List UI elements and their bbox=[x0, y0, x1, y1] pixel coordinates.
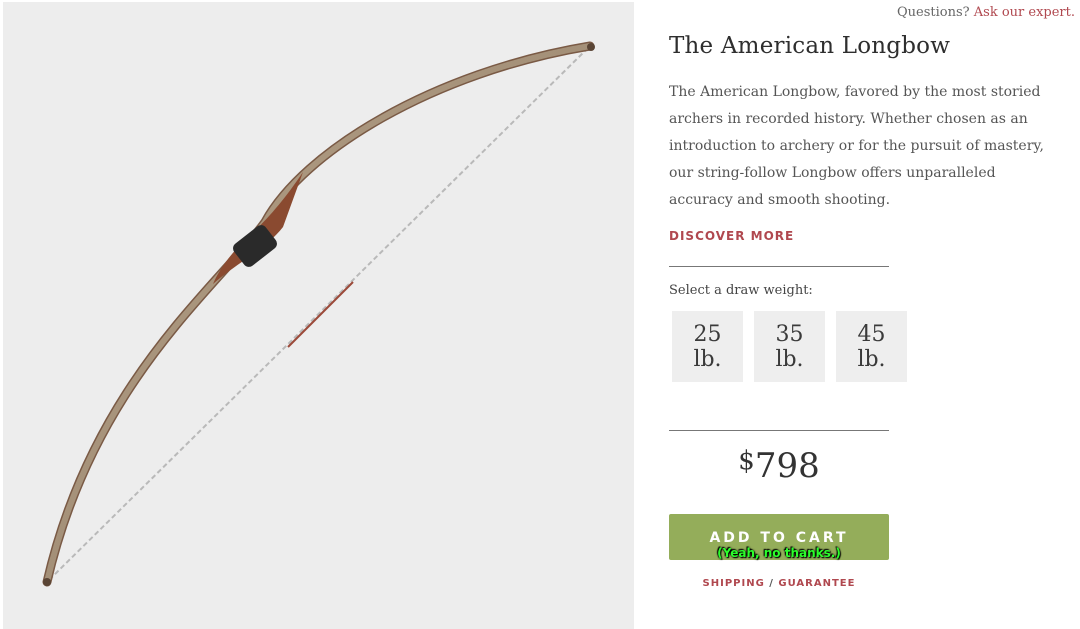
draw-weight-option-35[interactable]: 35 lb. bbox=[754, 311, 825, 382]
product-description: The American Longbow, favored by the mos… bbox=[669, 84, 1044, 208]
add-to-cart-label: ADD TO CART bbox=[709, 530, 849, 546]
price-currency: $ bbox=[738, 446, 755, 476]
draw-weight-option-45[interactable]: 45 lb. bbox=[836, 311, 907, 382]
decline-overlay-text: (Yeah, no thanks.) bbox=[717, 546, 841, 560]
ask-expert-link[interactable]: Ask our expert. bbox=[974, 5, 1075, 20]
questions-text: Questions? bbox=[897, 5, 970, 20]
price-amount: 798 bbox=[754, 446, 820, 486]
link-separator: / bbox=[769, 578, 774, 589]
longbow-icon bbox=[42, 41, 595, 587]
draw-weight-options: 25 lb. 35 lb. 45 lb. bbox=[672, 311, 907, 382]
product-price: $798 bbox=[669, 446, 889, 486]
questions-prompt: Questions? Ask our expert. bbox=[897, 5, 1075, 20]
product-image bbox=[3, 2, 634, 629]
policy-links: SHIPPING / GUARANTEE bbox=[669, 578, 889, 589]
guarantee-link[interactable]: GUARANTEE bbox=[778, 578, 855, 589]
draw-weight-option-25[interactable]: 25 lb. bbox=[672, 311, 743, 382]
divider bbox=[669, 266, 889, 267]
discover-more-link[interactable]: DISCOVER MORE bbox=[669, 229, 794, 243]
draw-weight-label: Select a draw weight: bbox=[669, 283, 813, 298]
product-title: The American Longbow bbox=[669, 33, 951, 59]
shipping-link[interactable]: SHIPPING bbox=[703, 578, 765, 589]
add-to-cart-button[interactable]: ADD TO CART (Yeah, no thanks.) bbox=[669, 514, 889, 560]
divider bbox=[669, 430, 889, 431]
